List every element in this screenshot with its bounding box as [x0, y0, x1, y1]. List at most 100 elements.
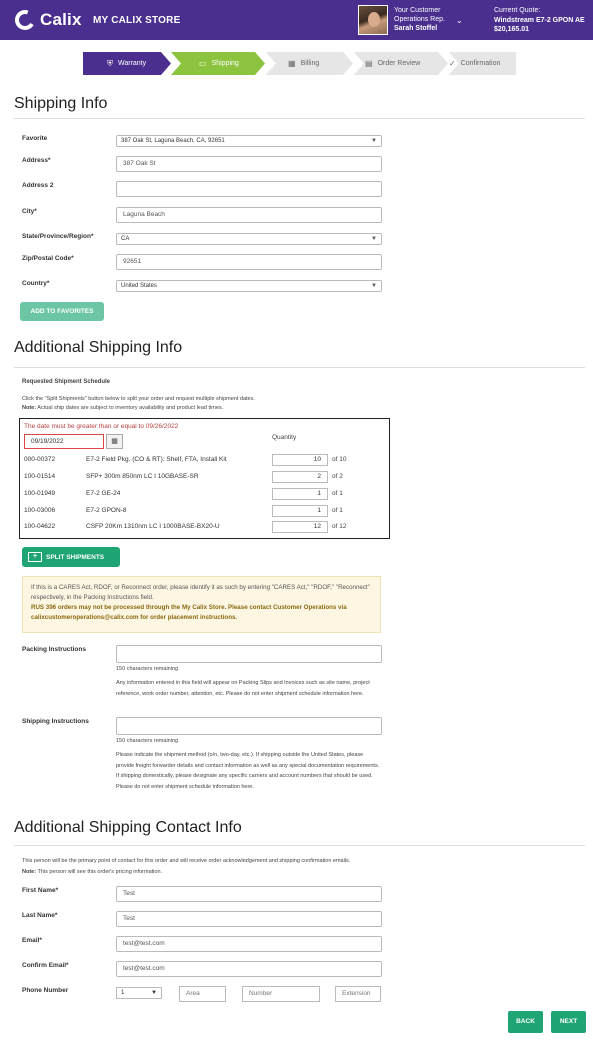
chevron-down-icon: ▼ [371, 236, 377, 242]
quantity-input[interactable]: 1 [272, 488, 328, 500]
checkmark-icon: ✓ [449, 59, 456, 68]
contact-intro: This person will be the primary point of… [22, 858, 351, 864]
quantity-input[interactable]: 2 [272, 471, 328, 483]
calix-logo-icon [15, 10, 35, 30]
confirm-email-field[interactable]: test@test.com [116, 961, 382, 977]
date-warning: The date must be greater than or equal t… [24, 423, 179, 430]
packing-help: Any information entered in this field wi… [116, 680, 370, 697]
phone-country-select[interactable]: 1 ▼ [116, 987, 162, 999]
avatar [358, 5, 388, 35]
schedule-title: Requested Shipment Schedule [22, 379, 111, 385]
current-quote[interactable]: Current Quote: Windstream E7-2 GPON AE $… [494, 6, 585, 35]
step-label: Order Review [377, 60, 421, 67]
schedule-hint: Click the "Split Shipments" button below… [22, 396, 255, 402]
next-button[interactable]: NEXT [551, 1011, 586, 1033]
city-field[interactable]: Laguna Beach [116, 207, 382, 223]
schedule-note: Note: Actual ship dates are subject to i… [22, 404, 223, 412]
quantity-input[interactable]: 1 [272, 505, 328, 517]
phone-number-field[interactable]: Number [242, 986, 320, 1002]
chevron-down-icon[interactable]: ⌄ [456, 16, 463, 25]
notice-text: If this is a CARES Act, RDOF, or Reconne… [31, 584, 370, 601]
favorite-value: 387 Oak St, Laguna Beach, CA, 92651 [121, 138, 225, 144]
shipping-remaining: 150 characters remaining [116, 738, 179, 744]
shipment-schedule: The date must be greater than or equal t… [19, 418, 390, 539]
step-shipping[interactable]: ▭ Shipping [199, 52, 239, 75]
step-label: Billing [300, 60, 320, 67]
document-icon: ▤ [365, 59, 373, 68]
billing-icon: ▦ [288, 59, 296, 68]
note-text: Actual ship dates are subject to invento… [36, 405, 224, 411]
table-row: 100-01514 SFP+ 300m 850nm LC I 10GBASE-S… [20, 470, 389, 486]
description: CSFP 20Km 1310nm LC I 1000BASE-BX20-U [86, 523, 220, 530]
sku: 100-01514 [24, 473, 56, 480]
country-select[interactable]: United States ▼ [116, 280, 382, 292]
first-name-label: First Name* [22, 887, 59, 894]
last-name-label: Last Name* [22, 912, 58, 919]
address-label: Address* [22, 157, 51, 164]
shipping-instructions-field[interactable] [116, 717, 382, 735]
rep-line1: Your Customer [394, 7, 441, 14]
store-title[interactable]: MY CALIX STORE [93, 15, 180, 26]
email-field[interactable]: test@test.com [116, 936, 382, 952]
packing-label: Packing Instructions [22, 646, 86, 653]
step-confirmation[interactable]: ✓ Confirmation [449, 52, 500, 75]
country-value: United States [121, 283, 158, 289]
table-row: 100-03006 E7-2 GPON-8 1 of 1 [20, 504, 389, 520]
step-label: Shipping [211, 60, 239, 67]
calendar-icon[interactable]: ▦ [106, 434, 123, 449]
favorite-select[interactable]: 387 Oak St, Laguna Beach, CA, 92651 ▼ [116, 135, 382, 147]
shipping-info-heading: Shipping Info [14, 95, 108, 112]
divider [14, 367, 585, 368]
note-text: This person will see this order's pricin… [36, 869, 163, 875]
step-order-review[interactable]: ▤ Order Review [365, 52, 420, 75]
notice-bold: RUS 396 orders may not be processed thro… [31, 604, 347, 621]
sku: 100-01949 [24, 490, 56, 497]
favorite-label: Favorite [22, 135, 48, 142]
quantity-input[interactable]: 12 [272, 521, 328, 533]
rep-line2: Operations Rep. [394, 16, 445, 23]
address2-field[interactable] [116, 181, 382, 197]
state-value: CA [121, 236, 130, 242]
packing-remaining: 150 characters remaining [116, 666, 179, 672]
calix-logo[interactable]: Calix [14, 9, 82, 31]
phone-extension-field[interactable]: Extension [335, 986, 381, 1002]
truck-icon: ▭ [199, 59, 207, 68]
add-to-favorites-button[interactable]: ADD TO FAVORITES [20, 302, 104, 321]
country-label: Country* [22, 280, 50, 287]
quantity-input[interactable]: 10 [272, 454, 328, 466]
contact-heading: Additional Shipping Contact Info [14, 819, 242, 836]
chevron-down-icon: ▼ [371, 138, 377, 144]
shipping-help: Please indicate the shipment method (o/n… [116, 752, 380, 790]
address2-label: Address 2 [22, 182, 54, 189]
step-label: Warranty [118, 60, 147, 67]
split-shipments-button[interactable]: + SPLIT SHIPMENTS [22, 547, 120, 567]
zip-field[interactable]: 92651 [116, 254, 382, 270]
city-label: City* [22, 208, 37, 215]
table-row: 000-00372 E7-2 Field Pkg. (CO & RT): She… [20, 453, 389, 469]
phone-country-value: 1 [121, 990, 125, 996]
phone-area-field[interactable]: Area [179, 986, 226, 1002]
step-warranty[interactable]: ⛨ Warranty [107, 52, 146, 75]
contact-note: Note: This person will see this order's … [22, 868, 162, 876]
phone-label: Phone Number [22, 987, 69, 994]
email-label: Email* [22, 937, 42, 944]
state-select[interactable]: CA ▼ [116, 233, 382, 245]
chevron-down-icon: ▼ [151, 990, 157, 996]
cares-act-notice: If this is a CARES Act, RDOF, or Reconne… [22, 576, 381, 633]
quantity-header: Quantity [272, 434, 297, 441]
first-name-field[interactable]: Test [116, 886, 382, 902]
step-billing[interactable]: ▦ Billing [288, 52, 319, 75]
last-name-field[interactable]: Test [116, 911, 382, 927]
quantity-total: of 12 [332, 523, 347, 530]
quote-label: Current Quote: [494, 7, 541, 14]
customer-rep[interactable]: Your Customer Operations Rep. Sarah Stof… [394, 6, 445, 33]
packing-instructions-field[interactable] [116, 645, 382, 663]
back-button[interactable]: BACK [508, 1011, 543, 1033]
table-row: 100-01949 E7-2 GE-24 1 of 1 [20, 487, 389, 503]
description: E7-2 Field Pkg. (CO & RT): Shelf, FTA, I… [86, 456, 227, 463]
quantity-total: of 10 [332, 456, 347, 463]
rep-name: Sarah Stoffel [394, 25, 438, 32]
ship-date-field[interactable]: 09/19/2022 [24, 434, 104, 449]
note-label: Note: [22, 869, 37, 875]
address-field[interactable]: 387 Oak St [116, 156, 382, 172]
